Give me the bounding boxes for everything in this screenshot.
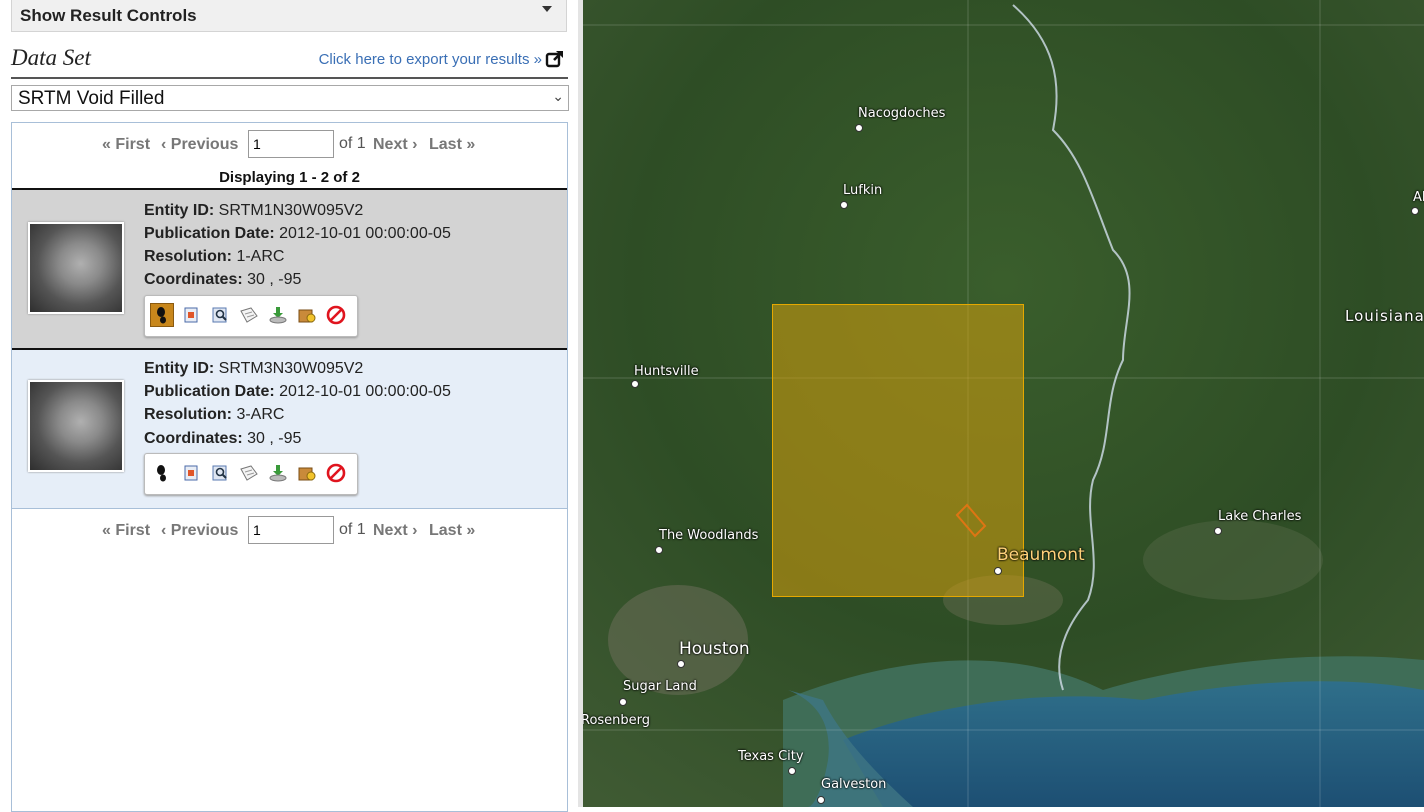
- page-number-input[interactable]: [248, 516, 334, 544]
- overlay-icon[interactable]: [179, 303, 203, 327]
- publication-date-field: Publication Date: 2012-10-01 00:00:00-05: [144, 225, 451, 242]
- search-footprint-overlay[interactable]: [772, 304, 1024, 597]
- city-marker: [994, 567, 1002, 575]
- pager-previous-link[interactable]: ‹ Previous: [161, 136, 238, 154]
- download-icon[interactable]: [266, 303, 290, 327]
- city-label-lufkin: Lufkin: [843, 183, 883, 198]
- city-marker: [817, 796, 825, 804]
- city-label-beaumont: Beaumont: [997, 545, 1085, 565]
- coordinates-field: Coordinates: 30 , -95: [144, 430, 302, 447]
- chevron-down-icon: [542, 6, 552, 12]
- chevron-down-icon: ⌄: [552, 88, 564, 104]
- result-row[interactable]: Entity ID: SRTM1N30W095V2 Publication Da…: [12, 188, 567, 350]
- results-count: Displaying 1 - 2 of 2: [219, 169, 360, 186]
- result-actions: [144, 453, 358, 495]
- city-label-houston: Houston: [679, 639, 750, 659]
- exclude-icon[interactable]: [324, 303, 348, 327]
- page-number-input[interactable]: [248, 130, 334, 158]
- download-icon[interactable]: [266, 461, 290, 485]
- pager-last-link[interactable]: Last »: [429, 522, 475, 540]
- result-thumbnail[interactable]: [28, 380, 124, 472]
- browse-icon[interactable]: [208, 461, 232, 485]
- result-actions: [144, 295, 358, 337]
- city-marker: [1214, 527, 1222, 535]
- pager-of-text: of 1: [339, 135, 366, 152]
- city-label-texas-city: Texas City: [738, 749, 804, 764]
- pager-last-link[interactable]: Last »: [429, 136, 475, 154]
- external-link-icon[interactable]: [545, 49, 565, 69]
- city-label-the-woodlands: The Woodlands: [659, 528, 759, 543]
- map-view[interactable]: Nacogdoches Lufkin Huntsville The Woodla…: [583, 0, 1424, 807]
- result-thumbnail[interactable]: [28, 222, 124, 314]
- show-result-controls-toggle[interactable]: Show Result Controls: [11, 0, 567, 32]
- city-label-galveston: Galveston: [821, 777, 887, 792]
- pager-of-text: of 1: [339, 521, 366, 538]
- dataset-select[interactable]: SRTM Void Filled ⌄: [11, 85, 569, 111]
- result-row[interactable]: Entity ID: SRTM3N30W095V2 Publication Da…: [12, 350, 567, 509]
- overlay-icon[interactable]: [179, 461, 203, 485]
- search-results-panel: Show Result Controls Data Set Click here…: [0, 0, 578, 812]
- footprint-icon[interactable]: [150, 303, 174, 327]
- city-label-rosenberg: Rosenberg: [583, 713, 651, 728]
- city-label-edge: Al: [1413, 190, 1424, 205]
- metadata-icon[interactable]: [237, 461, 261, 485]
- publication-date-field: Publication Date: 2012-10-01 00:00:00-05: [144, 383, 451, 400]
- browse-icon[interactable]: [208, 303, 232, 327]
- dataset-select-value: SRTM Void Filled: [18, 88, 165, 109]
- heading-divider: [11, 77, 568, 79]
- metadata-icon[interactable]: [237, 303, 261, 327]
- pager-top: « First ‹ Previous of 1 Next › Last »: [12, 130, 567, 160]
- city-marker: [1411, 207, 1419, 215]
- pager-bottom: « First ‹ Previous of 1 Next › Last »: [12, 516, 567, 546]
- city-marker: [855, 124, 863, 132]
- resolution-field: Resolution: 3-ARC: [144, 406, 285, 423]
- pager-next-link[interactable]: Next ›: [373, 522, 417, 540]
- city-label-nacogdoches: Nacogdoches: [858, 106, 946, 121]
- city-marker: [619, 698, 627, 706]
- export-results-link[interactable]: Click here to export your results »: [319, 51, 542, 68]
- dataset-heading: Data Set: [11, 45, 91, 70]
- city-label-huntsville: Huntsville: [634, 364, 699, 379]
- pager-first-link[interactable]: « First: [102, 136, 150, 154]
- city-marker: [631, 380, 639, 388]
- city-marker: [677, 660, 685, 668]
- pager-next-link[interactable]: Next ›: [373, 136, 417, 154]
- city-marker: [840, 201, 848, 209]
- pager-previous-link[interactable]: ‹ Previous: [161, 522, 238, 540]
- resolution-field: Resolution: 1-ARC: [144, 248, 285, 265]
- order-icon[interactable]: [295, 461, 319, 485]
- exclude-icon[interactable]: [324, 461, 348, 485]
- entity-id-field: Entity ID: SRTM3N30W095V2: [144, 360, 364, 377]
- city-marker: [788, 767, 796, 775]
- pager-first-link[interactable]: « First: [102, 522, 150, 540]
- order-icon[interactable]: [295, 303, 319, 327]
- results-list: « First ‹ Previous of 1 Next › Last » Di…: [11, 122, 568, 812]
- entity-id-field: Entity ID: SRTM1N30W095V2: [144, 202, 364, 219]
- city-marker: [655, 546, 663, 554]
- coordinates-field: Coordinates: 30 , -95: [144, 271, 302, 288]
- show-result-controls-label: Show Result Controls: [20, 6, 197, 25]
- city-label-lake-charles: Lake Charles: [1218, 509, 1302, 524]
- state-label-louisiana: Louisiana: [1345, 307, 1424, 325]
- footprint-icon[interactable]: [150, 461, 174, 485]
- city-label-sugar-land: Sugar Land: [623, 679, 697, 694]
